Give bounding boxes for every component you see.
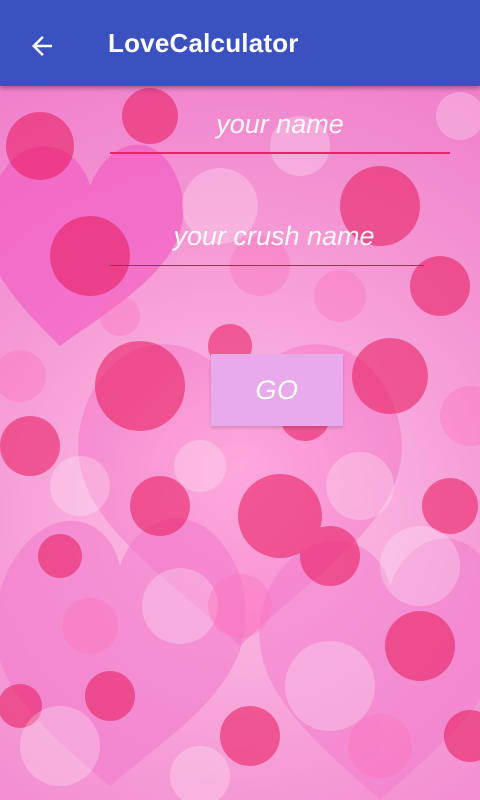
crush-name-field[interactable] xyxy=(104,206,444,266)
app-title: LoveCalculator xyxy=(108,28,299,58)
your-name-input[interactable] xyxy=(110,94,450,154)
app-bar: LoveCalculator xyxy=(0,0,480,86)
your-name-underline xyxy=(110,152,450,154)
arrow-back-icon xyxy=(32,36,52,56)
your-name-field[interactable] xyxy=(110,94,450,154)
crush-name-input[interactable] xyxy=(104,206,444,266)
back-button[interactable] xyxy=(18,24,66,68)
crush-name-underline xyxy=(110,265,424,266)
go-button[interactable]: GO xyxy=(211,354,343,426)
hearts-background xyxy=(0,86,480,800)
hearts-bokeh-background xyxy=(0,88,480,800)
